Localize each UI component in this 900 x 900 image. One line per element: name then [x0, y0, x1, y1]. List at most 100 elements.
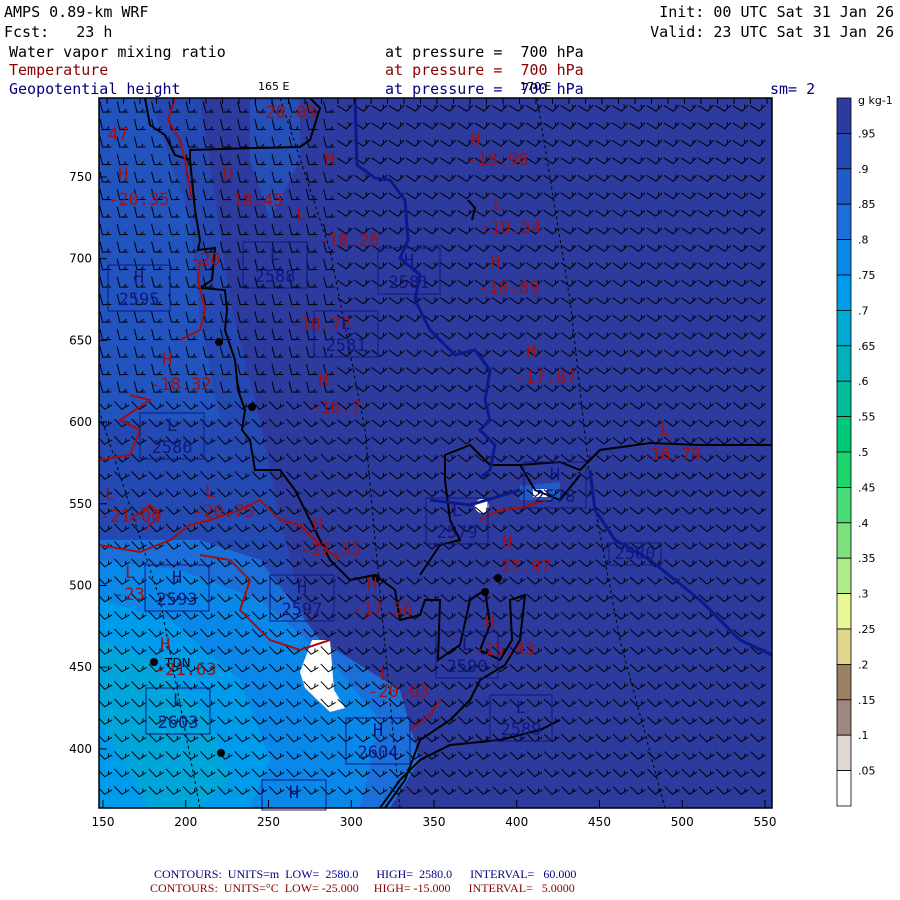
colorbar-label: .75 [858, 269, 876, 282]
temp-label: 47 [108, 125, 128, 145]
temp-label: -23 [114, 585, 145, 605]
y-tick-label: 650 [69, 333, 92, 347]
temp-label: -20.03 [255, 103, 316, 123]
colorbar-label: .85 [858, 198, 876, 211]
y-tick-label: 700 [69, 252, 92, 266]
temp-contour-info: CONTOURS: UNITS=°C LOW= -25.000 HIGH= -1… [150, 881, 575, 895]
colorbar-bin [836, 734, 852, 772]
temp-label: -18.98 [467, 150, 528, 170]
height-hl: H [134, 268, 144, 288]
temp-label: H [485, 613, 495, 633]
colorbar-label: .45 [858, 481, 876, 494]
colorbar-bin [836, 628, 852, 665]
colorbar-bin [836, 451, 852, 488]
height-value: 2595 [119, 290, 160, 310]
height-value: 2590 [447, 657, 488, 677]
height-hl: H [404, 251, 414, 271]
colorbar-label: .95 [858, 127, 876, 140]
temp-label: -17.87 [515, 368, 576, 388]
colorbar-bin [836, 699, 852, 736]
y-tick-label: 450 [69, 660, 92, 674]
colorbar-bin [836, 345, 852, 382]
colorbar-label: .05 [858, 765, 876, 778]
temp-label: -19.54 [480, 218, 541, 238]
temp-label: -20.75 [193, 502, 254, 522]
weather-map: TDN 47H-20.35H-18.45-20-20.03H-18.26L-18… [69, 94, 893, 829]
temp-label: -17.97 [490, 557, 551, 577]
temp-label: H [313, 515, 323, 535]
height-hl: L [270, 245, 280, 265]
height-value: 2589 [501, 720, 542, 740]
x-tick-label: 450 [588, 815, 611, 829]
height-value: 2581 [326, 336, 367, 356]
temp-label: -17.55 [300, 540, 361, 560]
height-hl: H [172, 568, 182, 588]
height-contour-info: CONTOURS: UNITS=m LOW= 2580.0 HIGH= 2580… [154, 867, 577, 881]
temp-label: H [367, 575, 377, 595]
colorbar-bin [836, 97, 852, 134]
height-value: 2578 [535, 487, 576, 507]
height-hl: H [289, 783, 299, 803]
height-hl: L [173, 691, 183, 711]
y-tick-label: 600 [69, 415, 92, 429]
temp-label: L [105, 485, 115, 505]
height-value: 2580 [615, 544, 656, 564]
colorbar-bin [836, 593, 852, 630]
y-tick-label: 500 [69, 579, 92, 593]
colorbar-bin [836, 309, 852, 347]
height-value: 2588 [255, 267, 296, 287]
height-hl: H [297, 578, 307, 598]
temp-label: -18.32 [150, 375, 211, 395]
height-hl: H [550, 465, 560, 485]
temp-label: -16.7 [310, 398, 361, 418]
colorbar-bin [836, 664, 852, 701]
colorbar-label: .6 [858, 375, 869, 388]
temp-label: -17.56 [352, 600, 413, 620]
x-tick-label: 200 [174, 815, 197, 829]
temp-label: H [223, 165, 233, 185]
colorbar-bin [836, 132, 852, 170]
height-hl: L [341, 314, 351, 334]
temp-label: L [493, 195, 503, 215]
colorbar-bin [836, 380, 852, 418]
temp-label: H [118, 165, 128, 185]
colorbar: g kg-1 .95 .9 .85 .8 .75 .7 .65 .6 .55 .5 .45 .4 .35… [836, 94, 893, 807]
temp-label: -20 [190, 250, 221, 270]
colorbar-label: .65 [858, 340, 876, 353]
temp-label: H [318, 370, 328, 390]
colorbar-label: .4 [858, 517, 869, 530]
colorbar-label: .55 [858, 411, 876, 424]
temp-label: -18.26 [318, 231, 379, 251]
colorbar-label: .15 [858, 694, 876, 707]
temp-label: H [160, 635, 170, 655]
height-hl: L [452, 501, 462, 521]
temp-label: H [162, 350, 172, 370]
temp-label: H [490, 253, 500, 273]
height-value: 2593 [157, 590, 198, 610]
colorbar-bin [836, 522, 852, 559]
colorbar-label: .25 [858, 623, 876, 636]
y-tick-label: 400 [69, 742, 92, 756]
x-tick-label: 150 [92, 815, 115, 829]
colorbar-bin [836, 203, 852, 240]
height-hl: H [373, 721, 383, 741]
height-value: 2586 [152, 438, 193, 458]
x-tick-label: 500 [671, 815, 694, 829]
colorbar-label: .8 [858, 234, 869, 247]
x-tick-label: 400 [505, 815, 528, 829]
colorbar-label: .7 [858, 304, 869, 317]
colorbar-label: .9 [858, 163, 869, 176]
colorbar-units: g kg-1 [858, 94, 893, 107]
y-tick-label: 550 [69, 497, 92, 511]
height-value: 2604 [358, 743, 399, 763]
colorbar-label: .35 [858, 552, 876, 565]
temp-label: -18.89 [478, 278, 539, 298]
temp-label: H [325, 150, 335, 170]
height-hl: L [462, 635, 472, 655]
temp-label: L [296, 205, 306, 225]
height-value: 2581 [389, 273, 430, 293]
colorbar-label: .1 [858, 729, 869, 742]
height-value: 2597 [282, 600, 323, 620]
colorbar-bin [836, 274, 852, 311]
temp-label: L [125, 563, 135, 583]
